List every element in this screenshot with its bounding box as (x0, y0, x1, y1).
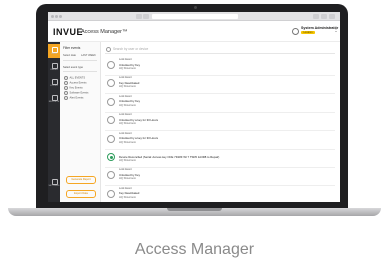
filter-option[interactable]: Software Events (64, 91, 89, 95)
app-header: INVUE Access Manager™ System Administrat… (48, 21, 340, 42)
browser-toolbar (48, 12, 340, 21)
filter-option[interactable]: Alert Events (64, 96, 84, 100)
rail-item-settings[interactable]: SETTINGS (48, 176, 60, 190)
event-location: HQ Showroom (119, 67, 137, 70)
generate-report-button[interactable]: Generate Report (66, 176, 96, 184)
rail-label: SETTINGS (48, 185, 60, 187)
lock-event-icon (107, 97, 115, 106)
event-row[interactable]: Lock Event Key Deactivated HQ Showroom (105, 184, 335, 202)
event-location: HQ Showroom (119, 177, 137, 181)
event-location: HQ Showroom (119, 103, 137, 107)
app-title: Access Manager™ (81, 29, 128, 35)
back-icon[interactable] (136, 13, 142, 19)
check-circle-icon (107, 153, 115, 161)
filter-panel: Filter events Select date LAST WEEK Sele… (60, 42, 101, 202)
lock-event-icon (107, 134, 115, 143)
filter-option[interactable]: Access Events (64, 81, 87, 85)
lock-event-icon (107, 116, 115, 125)
tab-last-week[interactable]: LAST WEEK (81, 54, 96, 57)
user-role-badge: Location (301, 31, 315, 34)
forward-icon[interactable] (143, 13, 149, 19)
event-title: Key Deactivated (119, 191, 140, 196)
rail-label: USERS (50, 69, 58, 71)
caption: Access Manager (134, 241, 255, 258)
search-bar[interactable]: Search by user or device (105, 45, 335, 54)
left-nav-rail: DASH USERS LOCKS REPORTS SETTINGS (48, 42, 60, 202)
window-maximize-dot[interactable] (59, 14, 62, 18)
filter-heading: Filter events (63, 46, 81, 50)
event-title: Unlocked by Key (119, 62, 140, 67)
more-menu-icon[interactable]: ⋮ (333, 27, 339, 33)
event-type: Lock Event (119, 131, 132, 135)
event-type: Lock Event (119, 76, 132, 80)
user-icon[interactable] (292, 28, 299, 35)
event-location: HQ Showroom (119, 85, 137, 89)
url-bar[interactable] (152, 13, 238, 19)
event-location: HQ Showroom (119, 140, 137, 144)
search-icon (106, 46, 111, 52)
event-type: Lock Event (119, 58, 132, 61)
event-location: HQ Showroom (119, 122, 137, 126)
lock-event-icon (107, 189, 115, 198)
brand-logo: INVUE (53, 27, 84, 37)
event-type-label: Select event type (63, 66, 83, 69)
event-title: Device Reconciled (Serial: Access key OC… (119, 154, 220, 159)
rail-label: REPORTS (48, 101, 60, 103)
rail-label: DASH (50, 53, 58, 55)
rail-label: LOCKS (50, 85, 58, 87)
rail-item-reports[interactable]: REPORTS (48, 92, 60, 106)
rail-item-locks[interactable]: LOCKS (48, 76, 60, 90)
window-minimize-dot[interactable] (55, 14, 58, 18)
event-title: Unlocked by a key for 30 Hours (119, 136, 159, 141)
event-type: Lock Event (119, 186, 132, 190)
add-tab-icon[interactable] (329, 13, 335, 19)
laptop-notch (167, 208, 222, 211)
divider (63, 60, 97, 61)
share-icon[interactable] (313, 13, 319, 19)
divider (63, 71, 97, 72)
export-data-button[interactable]: Export Data (66, 190, 96, 198)
camera-dot (194, 6, 197, 9)
window-close-dot[interactable] (51, 14, 54, 18)
tabs-icon[interactable] (321, 13, 327, 19)
filter-option[interactable]: ALL EVENTS (64, 76, 86, 80)
event-type: Lock Event (119, 113, 132, 117)
event-type: Lock Event (119, 94, 132, 98)
lock-event-icon (107, 171, 115, 180)
filter-option[interactable]: Key Events (64, 86, 83, 90)
event-location: HQ Showroom (119, 195, 137, 199)
rail-item-users[interactable]: USERS (48, 60, 60, 74)
lock-event-icon (107, 61, 115, 69)
event-list-panel: Search by user or device Lock Event Unloc… (101, 42, 340, 202)
event-location: HQ Showroom (119, 159, 137, 162)
app-screen: INVUE Access Manager™ System Administrat… (48, 12, 340, 202)
event-title: Unlocked by Key (119, 99, 140, 104)
event-type: Lock Event (119, 168, 132, 172)
rail-item-dash[interactable]: DASH (48, 44, 60, 58)
tab-select-date[interactable]: Select date (63, 54, 76, 57)
lock-event-icon (107, 79, 115, 88)
search-placeholder: Search by user or device (113, 46, 149, 51)
